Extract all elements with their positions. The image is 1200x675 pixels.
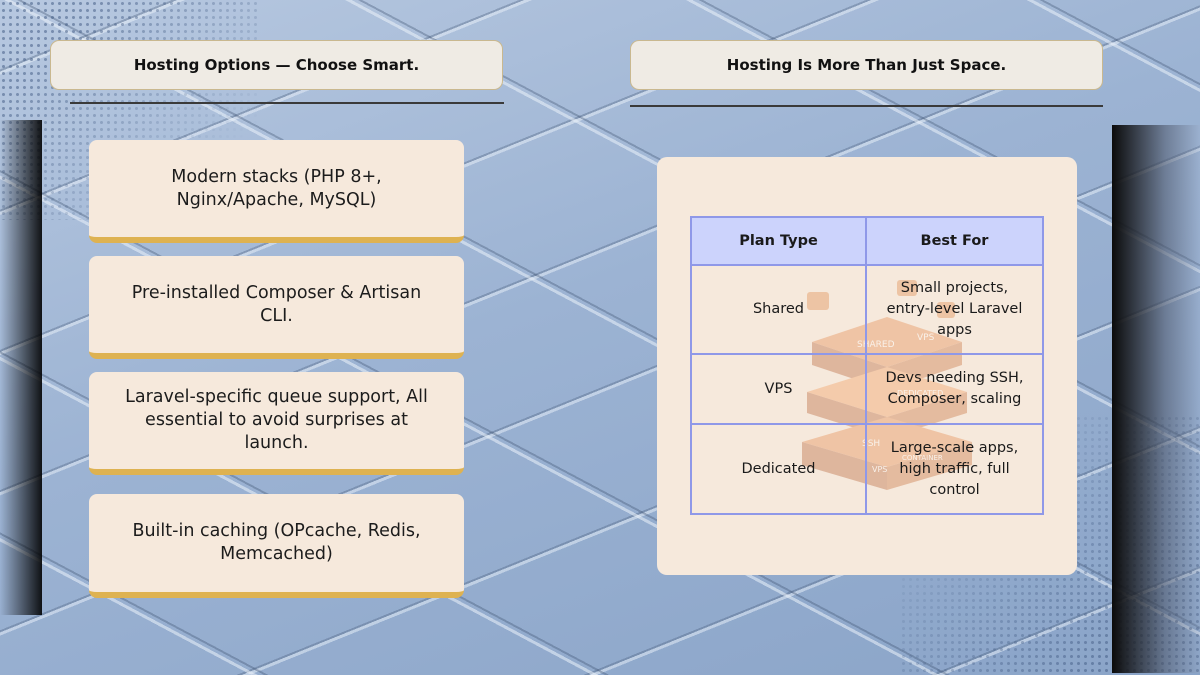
right-section-title: Hosting Is More Than Just Space. — [630, 40, 1103, 90]
feature-card-queue-support: Laravel-specific queue support, All esse… — [89, 372, 464, 475]
left-section-title: Hosting Options — Choose Smart. — [50, 40, 503, 90]
right-shadow-bar — [1112, 125, 1200, 673]
plan-table-panel: SHARED VPS DEDICATED SSH VPS CONTAINER P… — [657, 157, 1077, 575]
feature-card-modern-stacks: Modern stacks (PHP 8+, Nginx/Apache, MyS… — [89, 140, 464, 243]
feature-card-caching: Built-in caching (OPcache, Redis, Memcac… — [89, 494, 464, 598]
left-title-divider — [70, 102, 504, 104]
plan-type-cell: Dedicated — [690, 423, 867, 515]
table-row: Shared Small projects, entry-level Larav… — [690, 264, 1045, 355]
table-header-row: Plan Type Best For — [690, 216, 1045, 266]
plan-comparison-table: Plan Type Best For Shared Small projects… — [690, 216, 1045, 515]
left-shadow-bar — [0, 120, 42, 615]
header-plan-type: Plan Type — [690, 216, 867, 266]
plan-type-cell: VPS — [690, 353, 867, 425]
feature-card-composer-artisan: Pre-installed Composer & Artisan CLI. — [89, 256, 464, 359]
table-row: VPS Devs needing SSH, Composer, scaling — [690, 353, 1045, 425]
right-title-divider — [630, 105, 1103, 107]
table-row: Dedicated Large-scale apps, high traffic… — [690, 423, 1045, 515]
plan-type-cell: Shared — [690, 264, 867, 355]
best-for-cell: Devs needing SSH, Composer, scaling — [864, 353, 1045, 425]
header-best-for: Best For — [864, 216, 1045, 266]
best-for-cell: Small projects, entry-level Laravel apps — [864, 264, 1045, 355]
best-for-cell: Large-scale apps, high traffic, full con… — [864, 423, 1045, 515]
